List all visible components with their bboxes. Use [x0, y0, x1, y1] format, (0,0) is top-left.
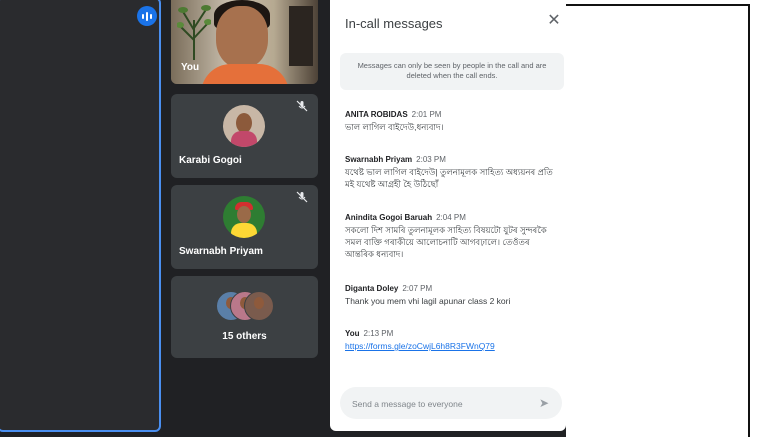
mic-off-icon [294, 100, 310, 116]
others-count: 15 others [222, 331, 267, 342]
message-composer: ➤ [340, 387, 562, 419]
plant-image [177, 5, 211, 60]
message-text: Thank you mem vhi lagil apunar class 2 k… [345, 296, 511, 306]
pinned-video-tile[interactable] [0, 0, 161, 432]
message-sender: ANITA ROBIDAS [345, 110, 408, 119]
chat-panel: In-call messages ✕ Messages can only be … [330, 0, 566, 431]
others-tile[interactable]: 15 others [171, 276, 318, 358]
message-time: 2:13 PM [363, 329, 394, 338]
close-icon[interactable]: ✕ [546, 13, 562, 29]
participant-name: Swarnabh Priyam [179, 246, 263, 257]
panel-title: In-call messages [345, 16, 443, 31]
group-avatars [216, 291, 274, 321]
message-text: সকলো দিশ সামৰি তুলনামূলক সাহিত্য বিষয়টো… [345, 225, 547, 259]
message-sender: Anindita Gogoi Baruah [345, 213, 433, 222]
window-frame-right [748, 4, 750, 437]
message-time: 2:07 PM [402, 284, 433, 293]
participant-name: Karabi Gogoi [179, 155, 242, 166]
message-time: 2:03 PM [416, 155, 446, 164]
chat-message: Anindita Gogoi Baruah 2:04 PM সকলো দিশ সা… [345, 213, 560, 260]
participant-tile-karabi[interactable]: Karabi Gogoi [171, 94, 318, 178]
meeting-stage: You Karabi Gogoi Swarnabh Priyam 15 othe… [0, 0, 566, 437]
speaking-indicator-icon [137, 6, 157, 26]
avatar [223, 105, 265, 147]
participant-tile-swarnabh[interactable]: Swarnabh Priyam [171, 185, 318, 269]
self-video-tile[interactable]: You [171, 0, 318, 84]
message-sender: Diganta Doley [345, 284, 399, 293]
avatar [223, 196, 265, 238]
message-sender: Swarnabh Priyam [345, 155, 413, 164]
wall-picture [289, 6, 313, 66]
chat-message: You 2:13 PM https://forms.gle/zoCwjL6h8R3… [345, 329, 560, 352]
chat-input[interactable] [350, 395, 524, 413]
mic-off-icon [294, 191, 310, 207]
message-sender: You [345, 329, 360, 338]
chat-message: ANITA ROBIDAS 2:01 PM ভাল লাগিল বাইদেউ,ধন… [345, 110, 560, 133]
message-time: 2:04 PM [436, 213, 466, 222]
message-text: ভাল লাগিল বাইদেউ,ধন্যবাদ। [345, 122, 444, 132]
send-icon[interactable]: ➤ [536, 395, 552, 411]
privacy-notice: Messages can only be seen by people in t… [340, 53, 564, 90]
person-face [216, 6, 268, 68]
message-text: যথেষ্ট ভাল লাগিল বাইদেউ| তুলনামূলক সাহিত… [345, 167, 553, 189]
chat-message: Diganta Doley 2:07 PM Thank you mem vhi l… [345, 284, 560, 307]
form-link[interactable]: https://forms.gle/zoCwjL6h8R3FWnQ79 [345, 341, 495, 351]
self-label: You [181, 62, 200, 73]
chat-message: Swarnabh Priyam 2:03 PM যথেষ্ট ভাল লাগিল … [345, 155, 560, 190]
message-time: 2:01 PM [411, 110, 442, 119]
